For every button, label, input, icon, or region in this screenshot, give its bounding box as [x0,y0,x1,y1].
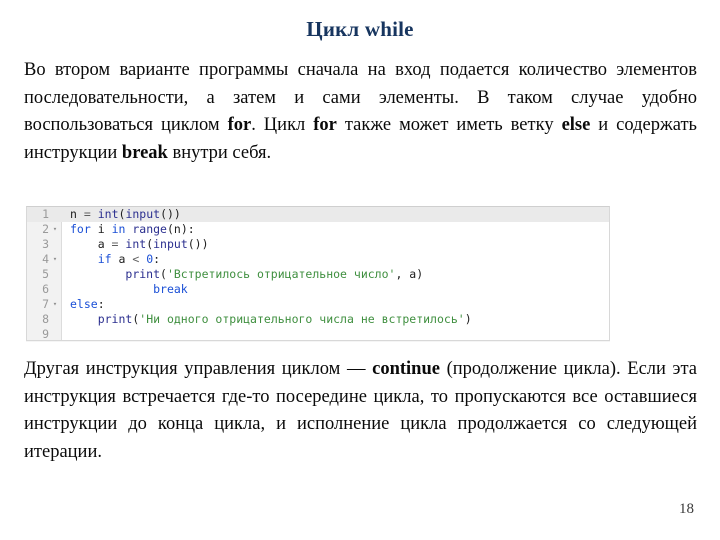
fold-toggle-icon[interactable]: ▾ [49,252,61,267]
line-number: 1 [42,207,49,221]
slide: Цикл while Во втором варианте программы … [0,0,720,540]
code-line-text: print('Встретилось отрицательное число',… [61,267,609,282]
code-token: = [111,237,126,251]
code-line: 3 a = int(input()) [27,237,609,252]
code-line-text: for i in range(n): [61,222,609,237]
line-number: 2 [42,222,49,236]
page-number: 18 [679,501,694,517]
code-token: ) [464,312,472,326]
code-line: 8 print('Ни одного отрицательного числа … [27,312,609,327]
code-token: int [125,237,147,251]
paragraph-continue: Другая инструкция управления циклом — co… [24,356,697,466]
code-token: = [83,207,98,221]
code-line-text: else: [61,297,609,312]
text-run: Другая инструкция управления циклом — [24,359,373,379]
code-line: 5 print('Встретилось отрицательное число… [27,267,609,282]
line-number: 3 [42,237,49,251]
code-token: print [125,267,161,281]
emphasis-keyword: for [227,115,252,135]
code-token: input [153,237,188,251]
code-line: 9 [27,327,609,341]
emphasis-keyword: continue [372,359,440,379]
code-token: n [70,207,84,221]
code-line-text: print('Ни одного отрицательного числа не… [61,312,609,327]
code-token: if [97,252,112,266]
line-number: 6 [42,282,49,296]
code-token: in [111,222,126,236]
text-run: . Цикл [251,115,314,135]
code-token: ( [160,267,167,281]
emphasis-keyword: break [121,142,168,163]
fold-toggle-icon[interactable]: ▾ [49,222,61,237]
code-token: for [70,222,91,236]
code-token: i [90,222,112,236]
line-number: 5 [42,267,49,281]
code-token: 'Встретилось отрицательное число' [166,267,396,281]
code-token: a [111,252,133,266]
code-token: ()) [160,207,181,221]
code-token: ()) [187,237,209,251]
page-title: Цикл while [306,17,414,41]
fold-toggle-icon[interactable]: ▾ [49,297,61,312]
code-line-text: break [61,282,609,297]
code-token: : [153,252,161,266]
code-token: a [70,237,112,251]
code-token: int [97,207,119,221]
code-token: , a) [395,267,424,281]
line-number: 7 [42,297,49,311]
line-number: 8 [42,312,49,326]
code-token: (n): [166,222,195,236]
code-line: 1 n = int(input()) [27,207,609,222]
line-number: 4 [42,252,49,266]
code-token: range [132,222,167,236]
code-token: input [125,207,161,221]
emphasis-keyword: for [313,115,337,135]
code-token: < [132,252,147,266]
code-lines: 1n = int(input()) 2 ▾ for i in range(n): 3 a… [27,207,609,341]
code-token: 'Ни одного отрицательного числа не встре… [139,312,465,326]
code-line: 6 break [27,282,609,297]
emphasis-keyword: else [561,115,591,135]
code-line: 2 ▾ for i in range(n): [27,222,609,237]
code-token: else [70,297,98,311]
code-line-text: a = int(input()) [61,237,609,252]
code-token: break [153,282,188,296]
code-line-text: if a < 0: [61,252,609,267]
code-token: : [97,297,105,311]
line-number: 9 [42,327,49,341]
text-run: внутри себя. [167,142,272,163]
code-line: 7 ▾ else: [27,297,609,312]
code-token: print [97,312,133,326]
code-block: 1n = int(input()) 2 ▾ for i in range(n): 3 a… [26,206,610,341]
code-line-text: n = int(input()) [61,207,609,222]
text-run: также может иметь ветку [336,115,562,135]
code-line: 4 ▾ if a < 0: [27,252,609,267]
paragraph-intro: Во втором варианте программы сначала на … [24,57,697,167]
